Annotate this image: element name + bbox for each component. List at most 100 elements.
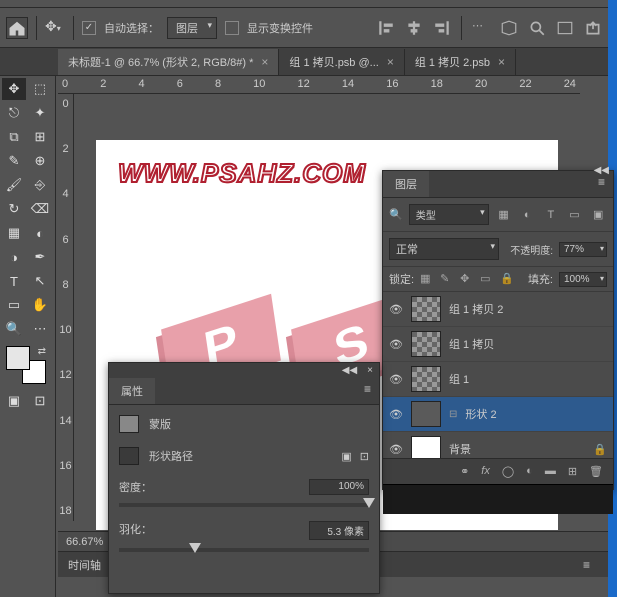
feather-slider[interactable] [119, 548, 369, 552]
3d-icon[interactable] [500, 19, 518, 37]
adjustment-icon[interactable]: ◐ [526, 465, 533, 478]
layer-name[interactable]: 背景 [449, 441, 471, 457]
text-tool[interactable]: T [2, 270, 26, 292]
lock-move-icon[interactable]: ✥ [460, 272, 474, 286]
home-icon[interactable] [6, 17, 28, 39]
visibility-icon[interactable]: 👁 [389, 373, 403, 386]
zoom-level[interactable]: 66.67% [66, 536, 103, 548]
marquee-tool[interactable]: ⬚ [28, 78, 52, 100]
move-tool-icon[interactable]: ✥▾ [45, 18, 65, 38]
pen-tool[interactable]: ✒ [28, 246, 52, 268]
zoom-tool[interactable]: 🔍 [2, 318, 26, 340]
tab-doc-3[interactable]: 组 1 拷贝 2.psb× [405, 49, 516, 75]
layer-name[interactable]: 组 1 拷贝 2 [449, 301, 503, 317]
visibility-icon[interactable]: 👁 [389, 303, 403, 316]
eyedropper-tool[interactable]: ✎ [2, 150, 26, 172]
layer-thumb[interactable] [411, 436, 441, 458]
close-icon[interactable]: × [498, 55, 505, 69]
delete-icon[interactable]: 🗑 [589, 465, 603, 478]
lock-artboard-icon[interactable]: ▭ [480, 272, 494, 286]
layer-row[interactable]: 👁 组 1 拷贝 2 [383, 292, 613, 327]
color-swatch[interactable]: ⇄ [6, 346, 46, 384]
wand-tool[interactable]: ✦ [28, 102, 52, 124]
panel-menu-icon[interactable]: ≡ [575, 554, 598, 576]
filter-search-icon[interactable]: 🔍 [389, 208, 403, 221]
brush-tool[interactable]: 🖌 [2, 174, 26, 196]
tab-doc-1[interactable]: 未标题-1 @ 66.7% (形状 2, RGB/8#) *× [58, 49, 279, 75]
feather-value[interactable]: 5.3 像素 [309, 521, 369, 540]
showtransform-checkbox[interactable] [225, 21, 239, 35]
align-left-icon[interactable] [377, 19, 395, 37]
density-slider[interactable] [119, 503, 369, 507]
layer-row[interactable]: 👁背景🔒 [383, 432, 613, 458]
blend-mode-dropdown[interactable]: 正常 [389, 238, 499, 260]
layer-name[interactable]: 组 1 [449, 371, 469, 387]
fill-value[interactable]: 100% [559, 272, 607, 287]
align-right-icon[interactable] [433, 19, 451, 37]
gradient-tool[interactable]: ▦ [2, 222, 26, 244]
lock-all-icon[interactable]: 🔒 [500, 272, 514, 286]
align-center-icon[interactable] [405, 19, 423, 37]
panel-menu-icon[interactable]: ≡ [356, 378, 379, 404]
filter-adjust-icon[interactable]: ◐ [518, 206, 536, 224]
dodge-tool[interactable]: ◑ [2, 246, 26, 268]
mask-thumb[interactable] [119, 415, 139, 433]
visibility-icon[interactable]: 👁 [389, 443, 403, 456]
invert-mask-icon[interactable]: ⊡ [360, 450, 369, 463]
history-brush-tool[interactable]: ↻ [2, 198, 26, 220]
foreground-color[interactable] [6, 346, 30, 370]
close-icon[interactable]: × [367, 365, 373, 376]
layers-tab[interactable]: 图层 [383, 171, 429, 197]
filter-smart-icon[interactable]: ▣ [589, 206, 607, 224]
quickmask-tool[interactable]: ▣ [2, 390, 26, 412]
hand-tool[interactable]: ✋ [28, 294, 52, 316]
close-icon[interactable]: × [387, 55, 394, 69]
ruler-vertical[interactable]: 024681012141618 [58, 94, 74, 521]
layer-name[interactable]: 组 1 拷贝 [449, 336, 494, 352]
screenmode-tool[interactable]: ⊡ [28, 390, 52, 412]
close-icon[interactable]: × [261, 55, 268, 69]
collapse-icon[interactable]: ◀◀ [594, 165, 609, 176]
mask-icon[interactable]: ◯ [502, 465, 514, 478]
layer-thumb[interactable] [411, 331, 441, 357]
heal-tool[interactable]: ⊕ [28, 150, 52, 172]
collapse-icon[interactable]: ◀◀ [342, 365, 357, 376]
new-layer-icon[interactable]: ⊞ [568, 465, 577, 478]
share-icon[interactable] [584, 19, 602, 37]
tab-doc-2[interactable]: 组 1 拷贝.psb @...× [279, 49, 404, 75]
mask-link-icon[interactable]: ⊟ [449, 409, 457, 420]
more-icon[interactable]: ⋯ [472, 19, 490, 37]
search-icon[interactable] [528, 19, 546, 37]
filter-pixel-icon[interactable]: ▦ [495, 206, 513, 224]
lock-brush-icon[interactable]: ✎ [440, 272, 454, 286]
opacity-value[interactable]: 77% [559, 242, 607, 257]
move-tool[interactable]: ✥ [2, 78, 26, 100]
visibility-icon[interactable]: 👁 [389, 338, 403, 351]
link-icon[interactable]: ⚭ [460, 465, 469, 478]
properties-tab[interactable]: 属性 [109, 378, 155, 404]
layer-row[interactable]: 👁 组 1 [383, 362, 613, 397]
fx-icon[interactable]: fx [481, 465, 490, 478]
blur-tool[interactable]: ◐ [28, 222, 52, 244]
autoselect-checkbox[interactable]: ✓ [82, 21, 96, 35]
group-icon[interactable]: ▬ [545, 465, 556, 478]
filter-text-icon[interactable]: T [542, 206, 560, 224]
stamp-tool[interactable]: ⎆ [28, 174, 52, 196]
path-select-tool[interactable]: ↖ [28, 270, 52, 292]
layer-thumb[interactable] [411, 366, 441, 392]
layer-row[interactable]: 👁⊟形状 2 [383, 397, 613, 432]
screen-mode-icon[interactable] [556, 19, 574, 37]
layer-row[interactable]: 👁 组 1 拷贝 [383, 327, 613, 362]
filter-shape-icon[interactable]: ▭ [566, 206, 584, 224]
select-mask-icon[interactable]: ▣ [341, 450, 351, 463]
visibility-icon[interactable]: 👁 [389, 408, 403, 421]
layer-thumb[interactable] [411, 401, 441, 427]
shape-tool[interactable]: ▭ [2, 294, 26, 316]
crop-tool[interactable]: ⧉ [2, 126, 26, 148]
filter-kind-dropdown[interactable]: 类型 [409, 204, 489, 225]
edit-toolbar[interactable]: ⋯ [28, 318, 52, 340]
layer-thumb[interactable] [411, 296, 441, 322]
lock-pixels-icon[interactable]: ▦ [420, 272, 434, 286]
autoselect-target-dropdown[interactable]: 图层 [167, 17, 217, 39]
ruler-horizontal[interactable]: 024681012141618202224 [58, 76, 580, 94]
